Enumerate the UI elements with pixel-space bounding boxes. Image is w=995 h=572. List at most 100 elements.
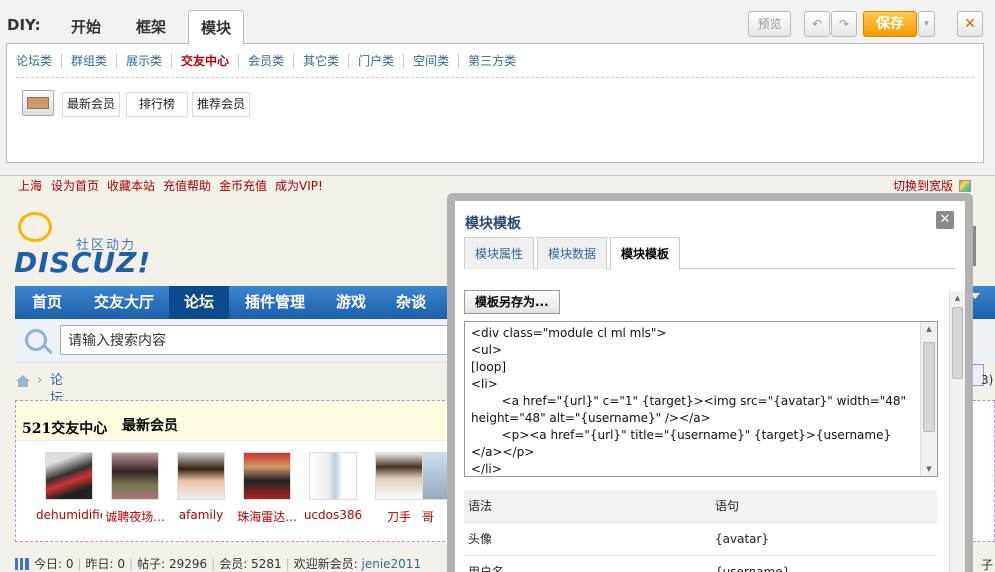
topbar-link-recharge-help[interactable]: 充值帮助: [163, 176, 211, 196]
member-name[interactable]: 珠海雷达...: [234, 508, 300, 525]
save-template-as-button[interactable]: 模板另存为...: [464, 290, 560, 314]
save-button[interactable]: 保存: [863, 11, 917, 37]
dialog-close-button[interactable]: ✕: [936, 211, 954, 229]
home-icon[interactable]: [15, 375, 31, 387]
category-portal[interactable]: 门户类: [348, 54, 403, 68]
avatar[interactable]: [422, 452, 448, 500]
nav-item-forum[interactable]: 论坛: [169, 286, 229, 319]
avatar[interactable]: [309, 452, 357, 500]
diy-module-panel: 论坛类 群组类 展示类 交友中心 会员类 其它类 门户类 空间类 第三方类 最新会员 排行榜 推…: [6, 43, 984, 163]
nav-item-games[interactable]: 游戏: [321, 286, 381, 319]
statement-col-header: 语句: [715, 499, 740, 513]
logo[interactable]: DISCUZ!: [14, 246, 151, 279]
right-fragment-text: 子: [981, 558, 994, 572]
category-third-party[interactable]: 第三方类: [458, 54, 525, 68]
dialog-scrollbar[interactable]: ▲: [949, 291, 965, 572]
syntax-statement[interactable]: {username}: [715, 556, 790, 572]
member-item[interactable]: 诚聘夜场...: [102, 452, 168, 525]
forum-stats: 今日: 0 | 昨日: 0 | 帖子: 29296 | 会员: 5281 | 欢迎新会员: je…: [15, 556, 421, 572]
redo-icon: ↷: [838, 17, 850, 31]
stats-bar-icon: [15, 558, 29, 570]
logo-bulb-icon: [18, 212, 52, 242]
scrollbar-thumb[interactable]: [923, 342, 935, 432]
syntax-table-header: 语法 语句: [464, 490, 937, 523]
chevron-down-icon: ▾: [924, 19, 929, 29]
dialog-title: 模块模板: [465, 216, 521, 232]
member-item[interactable]: 珠海雷达...: [234, 452, 300, 525]
member-name[interactable]: afamily: [168, 508, 234, 522]
diy-label: DIY:: [7, 16, 41, 34]
avatar[interactable]: [177, 452, 225, 500]
avatar[interactable]: [45, 452, 93, 500]
stat-newest-label: 欢迎新会员:: [293, 557, 362, 571]
member-item[interactable]: afamily: [168, 452, 234, 522]
avatar[interactable]: [375, 452, 423, 500]
diy-tab-frame[interactable]: 框架: [122, 10, 180, 44]
diy-tab-module[interactable]: 模块: [188, 10, 244, 45]
search-icon[interactable]: [25, 329, 47, 351]
tab-module-template[interactable]: 模块模板: [610, 237, 681, 270]
stat-yesterday: 昨日: 0: [85, 557, 126, 571]
module-ranking[interactable]: 排行榜: [126, 92, 188, 117]
member-name[interactable]: dehumidifier: [36, 508, 102, 522]
redo-button[interactable]: ↷: [831, 11, 857, 37]
module-newest-members[interactable]: 最新会员: [62, 92, 121, 117]
avatar[interactable]: [111, 452, 159, 500]
category-group[interactable]: 群组类: [61, 54, 116, 68]
category-other[interactable]: 其它类: [293, 54, 348, 68]
stat-today: 今日: 0: [34, 557, 74, 571]
syntax-statement[interactable]: {avatar}: [715, 523, 769, 556]
category-friends[interactable]: 交友中心: [171, 54, 238, 68]
scrollbar-thumb[interactable]: [952, 307, 963, 379]
tab-module-properties[interactable]: 模块属性: [464, 237, 535, 269]
module-category-list: 论坛类 群组类 展示类 交友中心 会员类 其它类 门户类 空间类 第三方类: [16, 54, 525, 72]
close-diy-button[interactable]: ✕: [957, 11, 983, 37]
member-item[interactable]: ucdos386: [300, 452, 366, 522]
module-recommended-members[interactable]: 推荐会员: [192, 92, 251, 117]
scroll-down-icon[interactable]: ▼: [921, 462, 937, 476]
dialog-content: 模板另存为... <div class="module cl ml mls"> …: [464, 276, 939, 572]
category-space[interactable]: 空间类: [403, 54, 458, 68]
template-editor[interactable]: <div class="module cl ml mls"> <ul> [loo…: [464, 321, 938, 477]
nav-item-friends-hall[interactable]: 交友大厅: [79, 286, 169, 319]
nav-item-plugins[interactable]: 插件管理: [229, 286, 321, 319]
stat-posts: 帖子: 29296: [137, 557, 208, 571]
color-palette-icon[interactable]: [959, 180, 971, 192]
diy-tab-start[interactable]: 开始: [58, 10, 114, 44]
close-icon: ✕: [939, 212, 951, 227]
category-display[interactable]: 展示类: [116, 54, 171, 68]
stat-members: 会员: 5281: [219, 557, 282, 571]
nav-item-chat[interactable]: 杂谈: [381, 286, 441, 319]
topbar-link-vip[interactable]: 成为VIP!: [275, 176, 323, 196]
member-item[interactable]: dehumidifier: [36, 452, 102, 522]
topbar-link-city[interactable]: 上海: [18, 176, 42, 196]
nav-item-home[interactable]: 首页: [15, 286, 79, 319]
undo-button[interactable]: ↶: [804, 11, 830, 37]
scroll-up-icon[interactable]: ▲: [921, 322, 937, 336]
table-row[interactable]: 头像 {avatar}: [464, 523, 937, 556]
category-forum[interactable]: 论坛类: [16, 54, 61, 68]
tab-module-data[interactable]: 模块数据: [537, 237, 608, 269]
topbar-link-gold-recharge[interactable]: 金币充值: [219, 176, 267, 196]
newest-member-link[interactable]: jenie2011: [362, 557, 422, 571]
divider: [16, 77, 974, 78]
newest-members-block[interactable]: 521交友中心 最新会员 dehumidifier 诚聘夜场... afamil…: [15, 400, 475, 542]
scroll-up-icon[interactable]: ▲: [950, 291, 965, 305]
diy-panel: DIY: 开始 框架 模块 预览 ↶ ↷ 保存 ▾ ✕ 论坛类 群组类 展示类 交友中…: [0, 0, 995, 176]
undo-icon: ↶: [811, 17, 823, 31]
template-code-textarea[interactable]: <div class="module cl ml mls"> <ul> [loo…: [471, 325, 916, 475]
preview-button[interactable]: 预览: [748, 11, 791, 37]
dialog-tabs: 模块属性 模块数据 模块模板: [464, 237, 956, 270]
avatar[interactable]: [243, 452, 291, 500]
member-name[interactable]: 诚聘夜场...: [102, 508, 168, 525]
topbar-link-set-home[interactable]: 设为首页: [51, 176, 99, 196]
search-input[interactable]: [60, 325, 460, 355]
main-nav: 首页 交友大厅 论坛 插件管理 游戏 杂谈: [15, 286, 455, 319]
close-icon: ✕: [964, 16, 976, 32]
table-row[interactable]: 用户名 {username}: [464, 556, 937, 572]
save-dropdown-button[interactable]: ▾: [918, 11, 935, 37]
member-name[interactable]: ucdos386: [300, 508, 366, 522]
topbar-link-bookmark[interactable]: 收藏本站: [107, 176, 155, 196]
category-member[interactable]: 会员类: [238, 54, 293, 68]
template-scrollbar[interactable]: ▲ ▼: [920, 322, 937, 476]
